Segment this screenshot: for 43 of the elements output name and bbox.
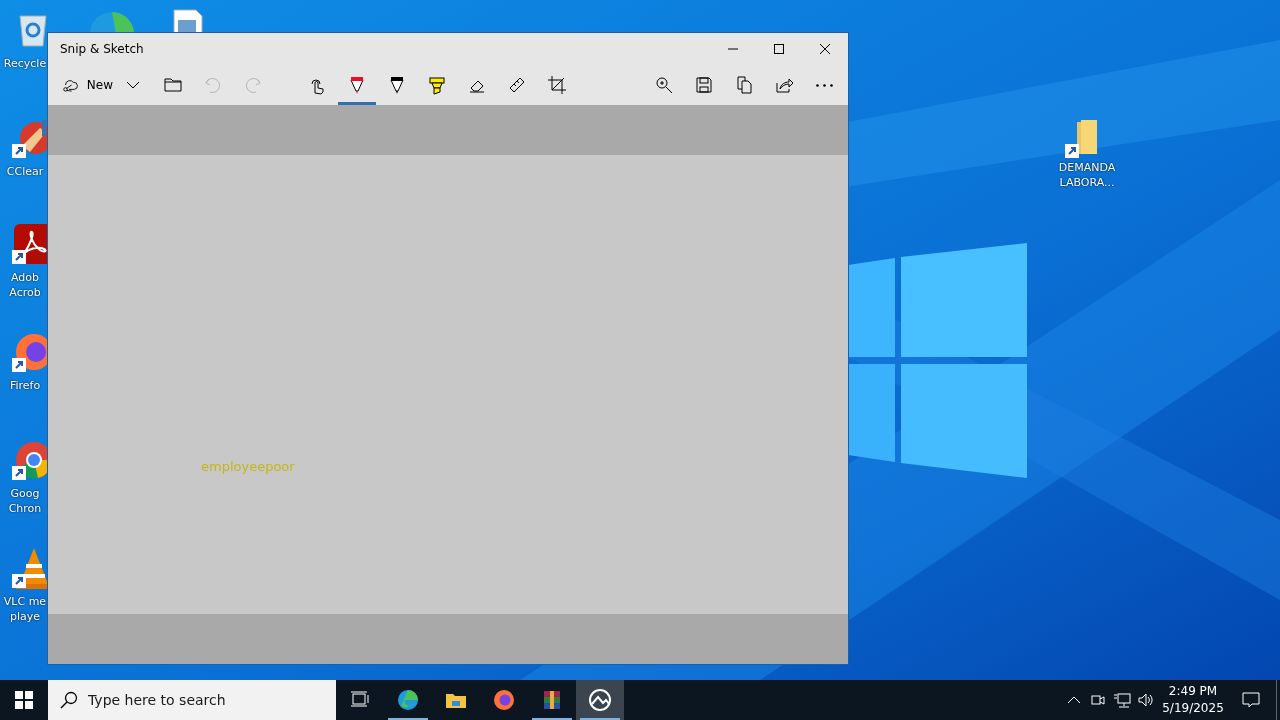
icon-label: Goog [10, 486, 40, 501]
icon-label: DEMANDA [1058, 160, 1116, 175]
clock-time: 2:49 PM [1168, 683, 1218, 700]
maximize-icon [773, 44, 785, 54]
clock-date: 5/19/2025 [1162, 700, 1224, 717]
search-input[interactable]: Type here to search [88, 689, 318, 711]
icon-label: Firefo [9, 378, 41, 393]
zoom-in-icon [654, 75, 674, 95]
pencil-icon [387, 75, 407, 95]
icon-label: VLC me [3, 594, 47, 609]
pen-icon [347, 75, 367, 95]
volume-icon [1137, 691, 1155, 709]
save-icon [694, 75, 714, 95]
window-title: Snip & Sketch [59, 41, 144, 58]
close-icon [819, 44, 831, 54]
icon-label: Adob [11, 270, 39, 285]
icon-label: CClear [6, 164, 44, 179]
more-icon [815, 83, 833, 87]
icon-label: playe [9, 609, 41, 624]
crop-icon [547, 75, 567, 95]
snip-button[interactable] [576, 680, 624, 720]
highlighter-icon [427, 75, 447, 95]
ruler-icon [507, 75, 527, 95]
redo-icon [243, 75, 263, 95]
fox-icon [493, 689, 515, 711]
copy-icon [734, 75, 754, 95]
icon-label: Chron [8, 501, 42, 516]
search-icon [60, 691, 78, 709]
network-icon [1113, 691, 1131, 709]
folder-icon [163, 75, 183, 95]
icon-label: LABORA... [1059, 175, 1115, 190]
notification-icon [1242, 691, 1260, 709]
search-bar[interactable]: Type here to search [48, 680, 336, 720]
icon-label: Recycle [3, 56, 47, 71]
windows-logo-icon [15, 691, 33, 709]
undo-icon [203, 75, 223, 95]
browser-icon [397, 689, 419, 711]
icon-label: Acrob [9, 285, 41, 300]
clock[interactable]: 2:49 PM 5/19/2025 [1158, 683, 1228, 717]
new-button[interactable]: New [55, 65, 113, 105]
books-icon [541, 689, 563, 711]
annotation-text: employeepoor [201, 458, 295, 476]
snip-icon [589, 689, 611, 711]
